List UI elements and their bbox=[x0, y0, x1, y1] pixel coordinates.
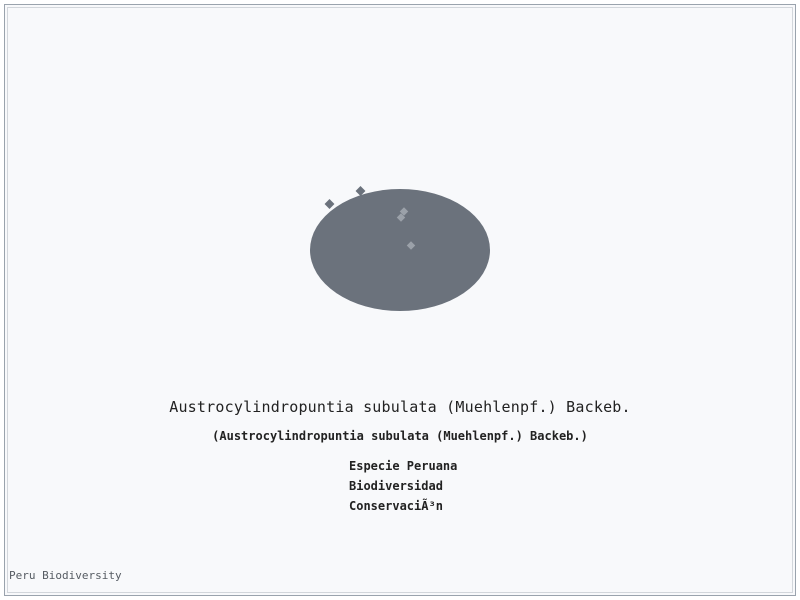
diamond-marker bbox=[324, 199, 335, 209]
tag-item: Especie Peruana bbox=[349, 459, 458, 473]
tag-item: Biodiversidad bbox=[349, 479, 443, 493]
species-subtitle: (Austrocylindropuntia subulata (Muehlenp… bbox=[212, 429, 588, 443]
tag-list: Especie Peruana Biodiversidad Conservaci… bbox=[349, 458, 457, 518]
species-title: Austrocylindropuntia subulata (Muehlenpf… bbox=[169, 398, 631, 416]
central-ellipse-shape bbox=[310, 189, 490, 311]
tag-item: ConservaciÃ³n bbox=[349, 499, 443, 513]
footer-brand: Peru Biodiversity bbox=[9, 569, 122, 582]
